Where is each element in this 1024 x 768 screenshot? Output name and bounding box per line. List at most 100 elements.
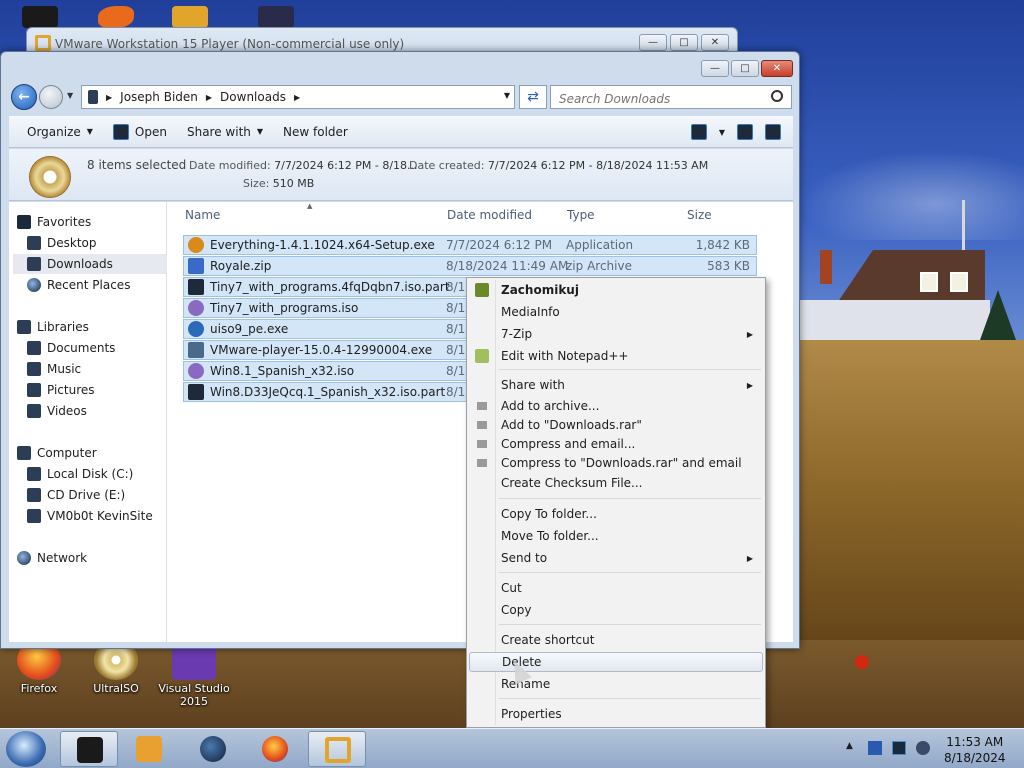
nav-network[interactable]: Network <box>13 548 167 568</box>
clock[interactable]: 11:53 AM 8/18/2024 <box>944 734 1006 766</box>
desktop-icon-top-4[interactable] <box>258 6 294 28</box>
nav-recent-places[interactable]: Recent Places <box>23 275 177 295</box>
file-date: 7/7/2024 6:12 PM <box>446 238 553 252</box>
column-name[interactable]: Name <box>185 208 220 222</box>
desktop-icon-visual-studio[interactable]: Visual Studio 2015 <box>158 640 230 708</box>
tray-action-center-icon[interactable] <box>868 741 882 755</box>
nav-favorites[interactable]: Favorites <box>13 212 167 232</box>
file-row[interactable]: Royale.zip 8/18/2024 11:49 AM zip Archive 5… <box>183 256 757 276</box>
fish-icon[interactable] <box>98 6 134 28</box>
taskbar-browser[interactable] <box>184 731 242 767</box>
open-button[interactable]: Open <box>105 116 179 147</box>
taskbar-media[interactable] <box>120 731 178 767</box>
tray-volume-icon[interactable] <box>916 741 930 755</box>
search-input[interactable] <box>550 85 792 109</box>
explorer-maximize-button[interactable]: □ <box>731 60 759 77</box>
nav-cd-drive[interactable]: CD Drive (E:) <box>23 485 177 505</box>
downloads-icon <box>27 257 41 271</box>
column-type[interactable]: Type <box>567 208 595 222</box>
menu-send-to[interactable]: Send to ▶ <box>469 548 763 568</box>
hard-disk-icon <box>27 467 41 481</box>
start-button[interactable] <box>6 731 46 767</box>
desktop-icon-top-1[interactable] <box>22 6 58 28</box>
tray-expand-icon[interactable]: ▲ <box>846 741 853 751</box>
menu-copy-to-folder[interactable]: Copy To folder... <box>469 504 763 524</box>
nav-downloads[interactable]: Downloads <box>13 254 167 274</box>
desktop-wallpaper-cloud <box>800 150 1024 240</box>
column-size[interactable]: Size <box>687 208 712 222</box>
back-button[interactable]: ← <box>11 84 37 110</box>
recent-pages-dropdown[interactable]: ▼ <box>67 91 73 100</box>
vmware-maximize-button[interactable]: □ <box>670 34 698 51</box>
menu-mediainfo[interactable]: MediaInfo <box>469 302 763 322</box>
preview-pane-icon[interactable] <box>737 124 753 140</box>
file-date: 8/18/2024 11:49 AM <box>446 259 569 273</box>
vmware-logo-icon <box>35 35 51 51</box>
winrar-icon <box>477 459 487 467</box>
nav-libraries[interactable]: Libraries <box>13 317 167 337</box>
menu-compress-to-rar-email[interactable]: Compress to "Downloads.rar" and email <box>469 453 763 473</box>
menu-7zip[interactable]: 7-Zip ▶ <box>469 324 763 344</box>
view-dropdown-icon[interactable]: ▼ <box>719 128 725 137</box>
date-created-detail: Date created: 7/7/2024 6:12 PM - 8/18/20… <box>409 159 709 172</box>
winrar-icon <box>477 402 487 410</box>
new-folder-button[interactable]: New folder <box>275 116 360 147</box>
vmware-close-button[interactable]: ✕ <box>701 34 729 51</box>
share-with-button[interactable]: Share with ▼ <box>179 116 275 147</box>
menu-cut[interactable]: Cut <box>469 578 763 598</box>
menu-add-to-downloads-rar[interactable]: Add to "Downloads.rar" <box>469 415 763 435</box>
organize-button[interactable]: Organize ▼ <box>19 116 105 147</box>
menu-move-to-folder[interactable]: Move To folder... <box>469 526 763 546</box>
menu-edit-notepadpp[interactable]: Edit with Notepad++ <box>469 346 763 366</box>
chomikuj-icon <box>475 283 489 297</box>
nav-network-share[interactable]: VM0b0t KevinSite <box>23 506 177 526</box>
forward-button[interactable] <box>39 85 63 109</box>
menu-compress-email[interactable]: Compress and email... <box>469 434 763 454</box>
details-pane: 8 items selected Date modified: 7/7/2024… <box>9 149 793 201</box>
nav-desktop[interactable]: Desktop <box>23 233 177 253</box>
breadcrumb-downloads[interactable]: Downloads <box>220 90 286 104</box>
size-detail: Size: 510 MB <box>243 177 315 190</box>
chevron-down-icon: ▼ <box>86 127 93 136</box>
media-player-icon <box>136 736 162 762</box>
clock-time: 11:53 AM <box>946 735 1004 749</box>
vmware-minimize-button[interactable]: — <box>639 34 667 51</box>
breadcrumb-user[interactable]: Joseph Biden <box>120 90 198 104</box>
taskbar-explorer[interactable] <box>60 731 118 767</box>
menu-properties[interactable]: Properties <box>469 704 763 724</box>
menu-create-shortcut[interactable]: Create shortcut <box>469 630 763 650</box>
explorer-close-button[interactable]: ✕ <box>761 60 793 77</box>
taskbar-vmware[interactable] <box>308 731 366 767</box>
tray-network-icon[interactable] <box>892 741 906 755</box>
nav-computer[interactable]: Computer <box>13 443 167 463</box>
nav-pictures[interactable]: Pictures <box>23 380 177 400</box>
file-type: Application <box>566 238 634 252</box>
column-date-modified[interactable]: Date modified <box>447 208 532 222</box>
nav-videos[interactable]: Videos <box>23 401 177 421</box>
chevron-down-icon: ▼ <box>256 127 264 136</box>
menu-share-with[interactable]: Share with ▶ <box>469 375 763 395</box>
address-bar[interactable]: ▶ Joseph Biden ▶ Downloads ▶ ▼ <box>81 85 515 109</box>
nav-documents[interactable]: Documents <box>23 338 177 358</box>
file-name: Tiny7_with_programs.4fqDqbn7.iso.part <box>210 280 450 294</box>
wallpaper-house <box>800 250 990 345</box>
computer-icon <box>17 446 31 460</box>
nav-music[interactable]: Music <box>23 359 177 379</box>
menu-add-to-archive[interactable]: Add to archive... <box>469 396 763 416</box>
firefox-icon <box>262 736 288 762</box>
menu-copy[interactable]: Copy <box>469 600 763 620</box>
explorer-minimize-button[interactable]: — <box>701 60 729 77</box>
taskbar-firefox[interactable] <box>246 731 304 767</box>
menu-create-checksum[interactable]: Create Checksum File... <box>469 473 763 493</box>
address-dropdown-icon[interactable]: ▼ <box>504 91 510 100</box>
menu-zachomikuj[interactable]: Zachomikuj <box>469 280 763 300</box>
nav-local-disk[interactable]: Local Disk (C:) <box>23 464 177 484</box>
breadcrumb-chevron-icon: ▶ <box>205 92 213 102</box>
view-options-icon[interactable] <box>690 124 707 140</box>
refresh-button[interactable]: ⇄ <box>519 85 547 109</box>
star-icon <box>17 215 31 229</box>
file-row[interactable]: Everything-1.4.1.1024.x64-Setup.exe 7/7/2… <box>183 235 757 255</box>
help-icon[interactable] <box>765 124 781 140</box>
vmware-desktop-icon[interactable] <box>172 6 208 28</box>
search-icon[interactable] <box>771 90 783 102</box>
